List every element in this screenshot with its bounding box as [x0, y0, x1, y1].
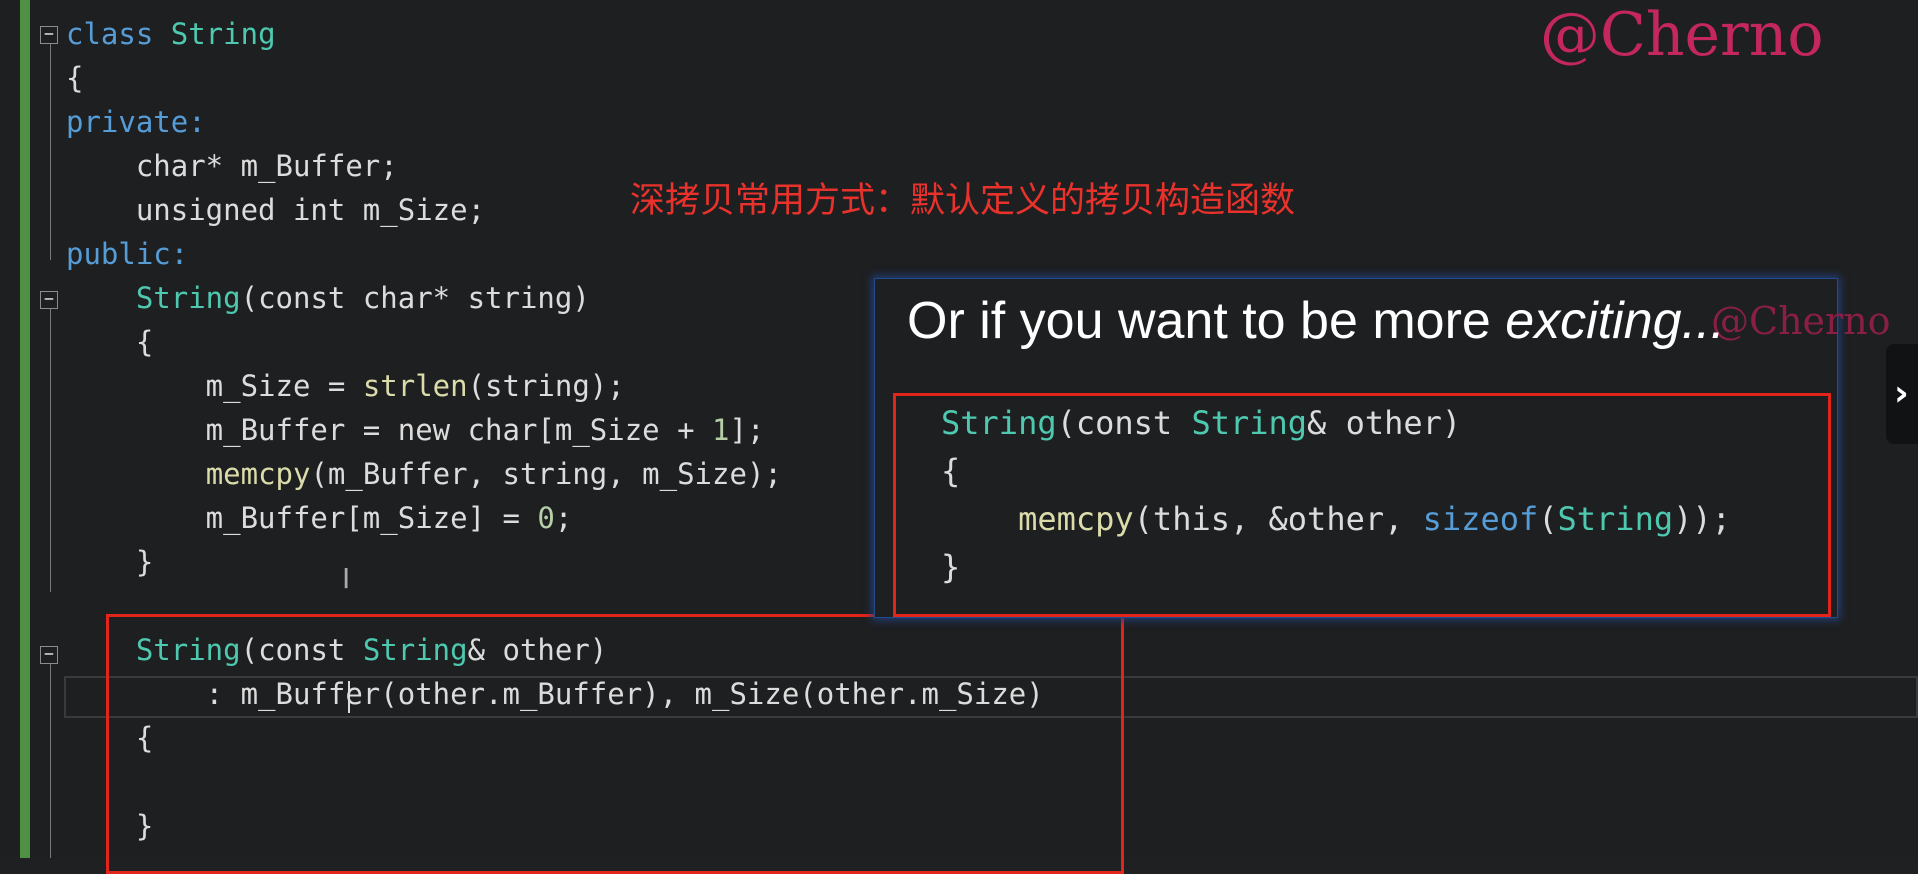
type-name: String — [170, 17, 276, 51]
function-name: memcpy — [205, 457, 311, 491]
chevron-right-icon[interactable]: › — [1886, 344, 1918, 444]
code-text: (this, &other, — [1133, 500, 1423, 538]
code-text: (const char* string) — [240, 281, 590, 315]
highlight-box-copy-constructor — [106, 614, 1124, 874]
overlay-title-text: Or if you want to be more — [907, 292, 1506, 350]
type-name: String — [1557, 500, 1674, 538]
code-text: m_Buffer[m_Size] = — [66, 501, 538, 535]
code-line: private: — [66, 105, 206, 139]
code-line: public: — [66, 237, 189, 271]
code-text: ]; — [729, 413, 765, 447]
fold-toggle-icon[interactable]: − — [40, 646, 58, 664]
fold-toggle-icon[interactable]: − — [40, 291, 58, 309]
code-line: { — [941, 452, 961, 490]
fold-guide-line — [50, 40, 51, 260]
keyword: sizeof — [1422, 500, 1539, 538]
overlay-code: String(const String& other) { memcpy(thi… — [941, 399, 1731, 591]
channel-watermark: @Cherno — [1540, 0, 1824, 70]
code-text: (string); — [467, 369, 625, 403]
change-indicator-bar — [20, 0, 30, 858]
slide-overlay: @Cherno Or if you want to be more exciti… — [874, 278, 1891, 618]
code-line: } — [941, 548, 961, 586]
code-line: { — [66, 61, 84, 95]
code-text: & other) — [1307, 404, 1462, 442]
code-text: (const — [1056, 404, 1192, 442]
code-line: String(const String& other) — [941, 399, 1731, 447]
code-text: (m_Buffer, string, m_Size); — [310, 457, 782, 491]
fold-guide-line — [50, 306, 51, 592]
type-name: String — [1191, 404, 1308, 442]
overlay-watermark: @Cherno — [1711, 299, 1891, 343]
type-name: String — [941, 404, 1057, 442]
code-text: ( — [1538, 500, 1558, 538]
number-literal: 0 — [537, 501, 555, 535]
function-name: memcpy — [1018, 500, 1134, 538]
overlay-title: Or if you want to be more exciting... — [907, 291, 1725, 351]
keyword: class — [66, 17, 171, 51]
annotation-text: 深拷贝常用方式：默认定义的拷贝构造函数 — [630, 181, 1296, 221]
code-text: m_Buffer = new char[m_Size + — [66, 413, 713, 447]
code-text: m_Size = — [66, 369, 363, 403]
type-name: String — [66, 281, 241, 315]
fold-toggle-icon[interactable]: − — [40, 26, 58, 44]
fold-guide-line — [50, 660, 51, 858]
code-line: class String — [66, 12, 1044, 56]
mouse-ibeam-cursor: I — [342, 562, 351, 595]
overlay-title-italic: exciting... — [1505, 292, 1725, 350]
code-text: )); — [1673, 500, 1731, 538]
function-name: strlen — [362, 369, 468, 403]
number-literal: 1 — [712, 413, 730, 447]
code-text: ; — [554, 501, 573, 535]
code-line: memcpy(this, &other, sizeof(String)); — [941, 495, 1731, 543]
